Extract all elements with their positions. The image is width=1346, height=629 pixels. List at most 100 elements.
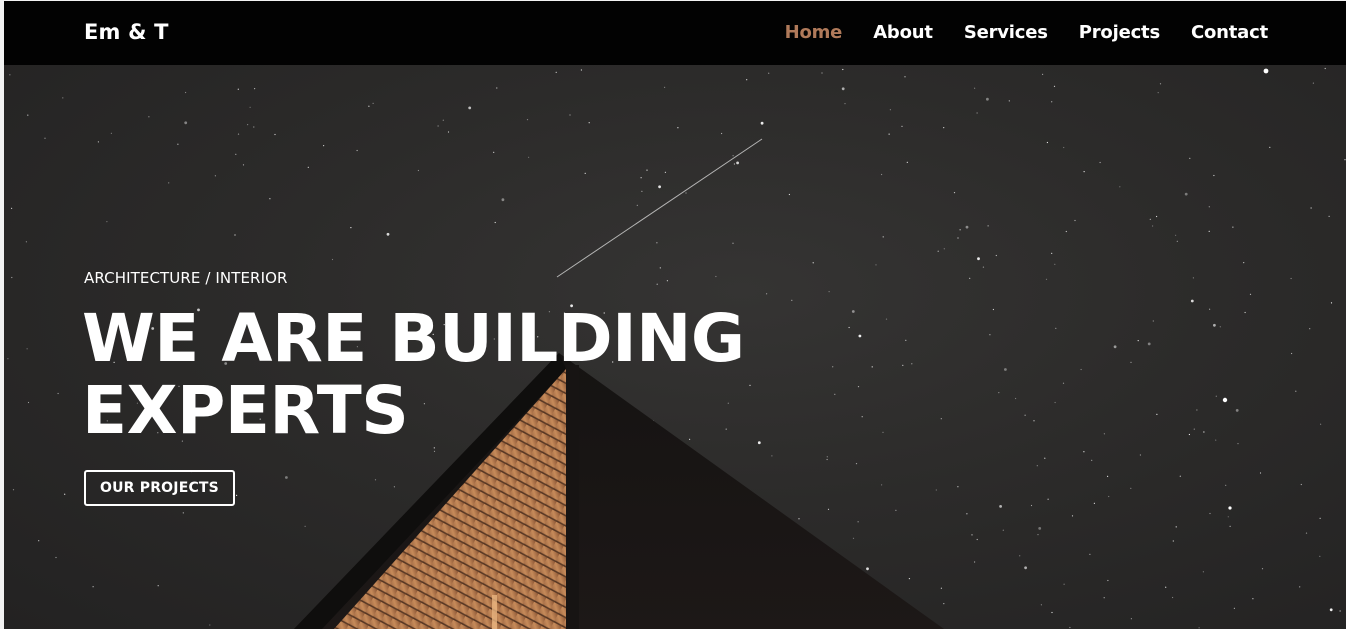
star <box>736 161 739 165</box>
star <box>768 72 770 74</box>
star <box>640 177 642 179</box>
star <box>1193 428 1195 430</box>
star <box>732 155 734 157</box>
star <box>1196 409 1198 411</box>
star <box>986 97 989 101</box>
star <box>895 509 897 511</box>
star <box>1051 611 1053 614</box>
hero-headline: WE ARE BUILDING EXPERTS <box>82 303 745 447</box>
star <box>832 366 834 368</box>
star <box>1002 529 1004 531</box>
star <box>1019 555 1021 557</box>
star <box>1030 504 1033 507</box>
star <box>12 489 15 491</box>
star <box>1054 263 1056 265</box>
star <box>1208 230 1210 232</box>
star <box>1175 234 1177 236</box>
star <box>106 221 108 223</box>
star <box>442 119 444 121</box>
nav-link-contact[interactable]: Contact <box>1191 22 1268 43</box>
star <box>943 248 945 250</box>
star <box>584 172 586 174</box>
star <box>1310 207 1312 209</box>
star <box>528 156 530 158</box>
star <box>555 71 557 73</box>
star <box>1225 484 1227 486</box>
site-logo[interactable]: Em & T <box>84 20 169 44</box>
star <box>236 494 238 496</box>
star <box>157 585 159 587</box>
star <box>1290 277 1292 280</box>
star <box>501 198 505 202</box>
star <box>253 126 255 128</box>
star <box>1213 174 1215 177</box>
nav-link-home[interactable]: Home <box>785 22 843 43</box>
our-projects-button[interactable]: OUR PROJECTS <box>84 470 235 506</box>
star <box>1175 526 1177 528</box>
star <box>1344 159 1346 161</box>
star <box>1198 627 1200 629</box>
star <box>749 384 751 386</box>
star <box>1157 92 1159 94</box>
star <box>1046 141 1048 144</box>
bright-star <box>1228 506 1232 510</box>
star <box>757 441 761 445</box>
star <box>861 416 863 418</box>
star <box>969 277 971 279</box>
star <box>636 204 638 206</box>
star <box>1093 502 1095 504</box>
star <box>904 76 906 78</box>
star <box>826 458 828 461</box>
star <box>977 257 980 261</box>
star <box>646 169 648 171</box>
star <box>989 334 991 336</box>
star <box>374 479 377 481</box>
star <box>966 513 968 515</box>
star <box>1189 157 1191 159</box>
star <box>841 87 845 91</box>
star <box>496 87 498 89</box>
star <box>1062 382 1065 384</box>
star <box>1139 454 1141 456</box>
star <box>992 308 995 311</box>
star <box>1215 395 1217 397</box>
star <box>1215 439 1217 441</box>
star <box>417 169 419 172</box>
star <box>1233 607 1235 609</box>
nav-link-projects[interactable]: Projects <box>1079 22 1160 43</box>
star <box>943 603 945 605</box>
star <box>987 225 989 227</box>
star <box>791 299 793 301</box>
star <box>55 556 57 559</box>
star <box>940 418 942 420</box>
star <box>304 525 306 527</box>
star <box>1172 540 1174 542</box>
star <box>285 476 288 479</box>
star <box>1063 583 1065 585</box>
nav-link-about[interactable]: About <box>873 22 933 43</box>
star <box>168 182 170 184</box>
star <box>393 486 395 488</box>
star <box>857 386 860 388</box>
star <box>1099 161 1101 164</box>
star <box>827 508 830 510</box>
star <box>11 276 13 279</box>
star <box>356 149 358 152</box>
star <box>1137 340 1139 342</box>
star <box>715 275 717 278</box>
star <box>1305 532 1308 534</box>
star <box>1295 390 1297 392</box>
star <box>7 358 9 360</box>
nav-link-services[interactable]: Services <box>964 22 1048 43</box>
star <box>1103 433 1105 435</box>
star <box>1074 219 1076 222</box>
star <box>658 185 661 189</box>
star <box>976 538 978 541</box>
nav-item-services: Services <box>964 22 1048 43</box>
star <box>771 455 773 457</box>
star <box>1051 252 1053 254</box>
star <box>182 512 184 514</box>
star <box>664 171 667 173</box>
star <box>1040 604 1042 606</box>
star <box>901 125 903 127</box>
